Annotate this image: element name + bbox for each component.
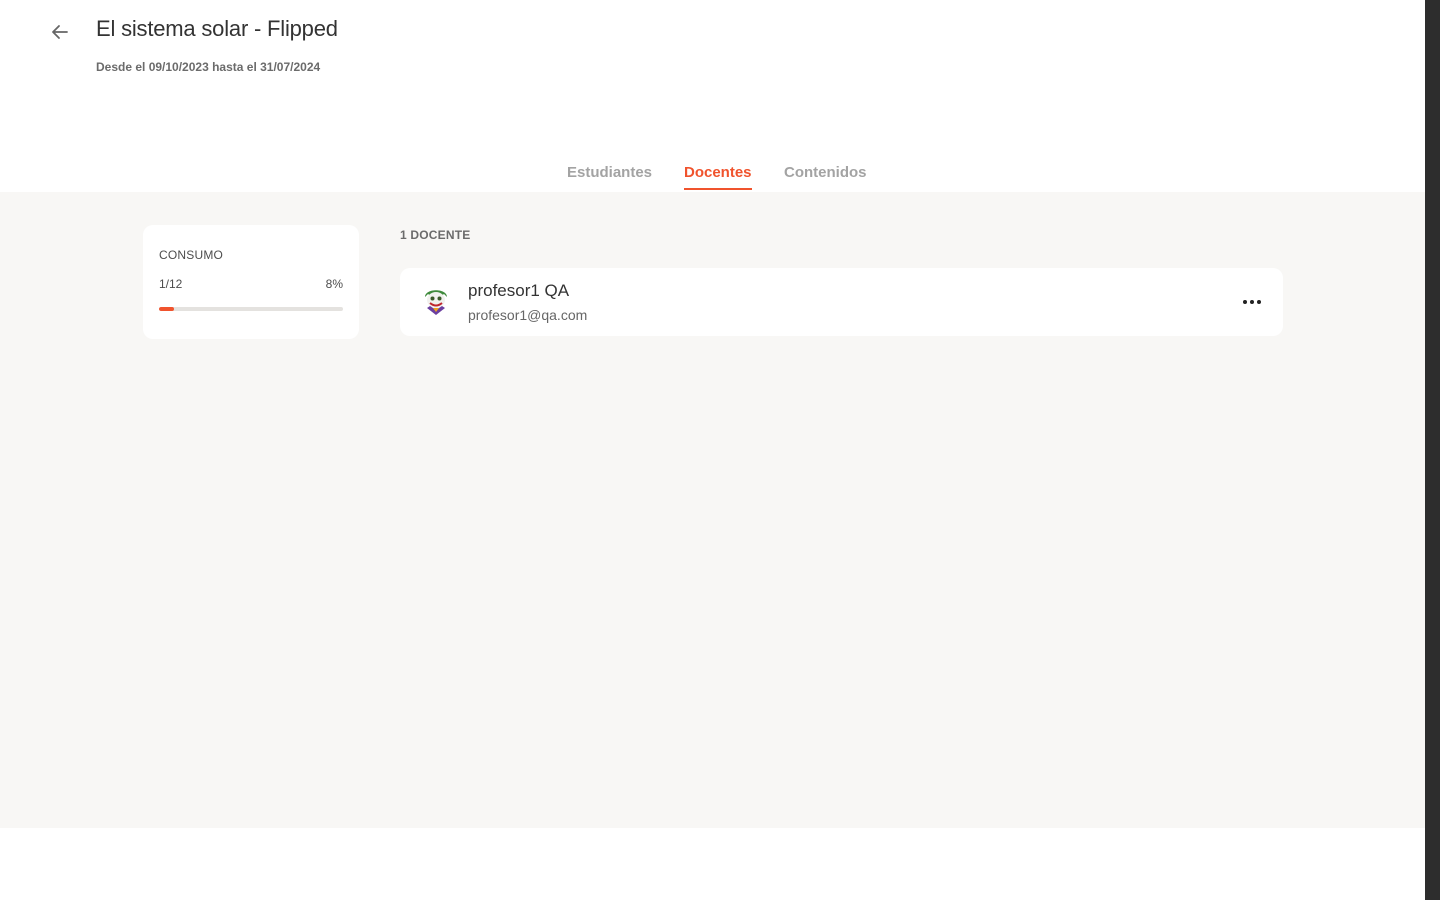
more-dots-icon [1250,300,1254,304]
content-area: CONSUMO 1/12 8% 1 DOCENTE profesor1 QA p… [0,192,1425,828]
consumption-label: CONSUMO [159,248,224,262]
consumption-percent: 8% [325,277,343,291]
tab-estudiantes[interactable]: Estudiantes [567,164,652,188]
more-options-button[interactable] [1239,292,1265,312]
teacher-name: profesor1 QA [468,281,570,300]
page: El sistema solar - Flipped Desde el 09/1… [0,0,1440,900]
consumption-progress-bar [159,307,343,311]
tab-docentes[interactable]: Docentes [684,164,752,190]
teacher-email: profesor1@qa.com [468,307,588,323]
date-range: Desde el 09/10/2023 hasta el 31/07/2024 [96,60,321,74]
arrow-left-icon [52,25,68,39]
back-button[interactable] [46,18,74,46]
teachers-count: 1 DOCENTE [400,228,471,242]
consumption-count: 1/12 [159,277,183,291]
tab-bar: Estudiantes Docentes Contenidos [0,150,1425,193]
tab-contenidos[interactable]: Contenidos [784,164,867,188]
side-bar [1425,0,1440,900]
page-title: El sistema solar - Flipped [96,16,338,41]
teacher-list-item[interactable]: profesor1 QA profesor1@qa.com [400,268,1283,336]
more-dots-icon [1257,300,1261,304]
consumption-card: CONSUMO 1/12 8% [143,225,359,339]
consumption-progress-fill [159,307,174,311]
joker-avatar-icon [420,284,452,316]
more-dots-icon [1243,300,1247,304]
app-window: El sistema solar - Flipped Desde el 09/1… [0,0,1425,900]
